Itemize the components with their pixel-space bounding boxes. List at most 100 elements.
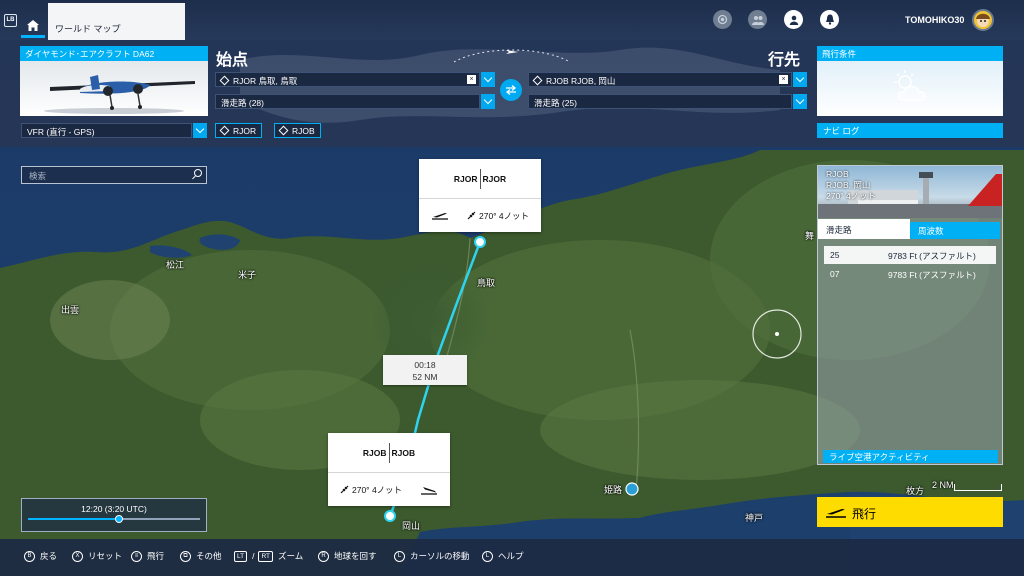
left-stick-icon: L: [394, 550, 405, 562]
arrival-airport-dropdown[interactable]: [793, 72, 807, 87]
clear-arrival-icon[interactable]: ×: [779, 75, 788, 84]
rotate-globe-label: 地球を回す: [334, 551, 377, 561]
notification-bell-icon[interactable]: [820, 10, 839, 29]
fly-label: 飛行: [147, 551, 165, 561]
route-waypoint-rjob[interactable]: RJOB: [274, 123, 321, 138]
rotate-globe-control[interactable]: R 地球を回す: [318, 550, 377, 562]
arrival-airport-field[interactable]: RJOB RJOB, 岡山 ×: [528, 72, 792, 87]
flight-type-value: VFR (直行 - GPS): [27, 127, 95, 137]
arrival-runway-field[interactable]: 滑走路 (25): [528, 94, 792, 109]
arrival-card-id: RJOB: [362, 447, 387, 458]
waypoint-icon: [532, 75, 543, 86]
departure-airport-dropdown[interactable]: [481, 72, 495, 87]
runway-id: 25: [830, 250, 840, 260]
search-icon[interactable]: [194, 169, 202, 177]
tab-frequencies[interactable]: 周波数: [910, 222, 1000, 239]
runway-id: 07: [830, 269, 840, 279]
runway-row[interactable]: 07 9783 Ft (アスファルト): [824, 265, 996, 283]
leg-info-card: 00:18 52 NM: [383, 355, 467, 385]
activity-icon[interactable]: [713, 10, 732, 29]
map-label-hirakata: 枚方: [906, 486, 925, 496]
departure-card-header: RJOR RJOR: [419, 159, 541, 199]
map-label-yonago: 米子: [238, 270, 257, 280]
arrival-heading: 行先: [768, 52, 801, 69]
wind-icon: [467, 211, 476, 220]
conditions-title: 飛行条件: [817, 46, 1003, 61]
fly-control[interactable]: ≡ 飛行: [131, 550, 164, 562]
time-slider[interactable]: 12:20 (3:20 UTC): [21, 498, 207, 532]
tab-runways[interactable]: 滑走路: [818, 219, 910, 239]
friends-icon[interactable]: [748, 10, 767, 29]
map-label-himeji: 姫路: [604, 485, 623, 495]
back-label: 戻る: [40, 551, 58, 561]
waypoint-icon: [278, 125, 289, 136]
arrival-wind: 270° 4ノット: [352, 484, 403, 495]
search-input[interactable]: 検索: [21, 166, 207, 184]
avatar[interactable]: [972, 9, 994, 31]
arrival-airport-value: RJOB RJOB, 岡山: [546, 76, 616, 86]
map-label-maizuru: 舞: [805, 231, 815, 241]
departure-runway-value: 滑走路 (28): [221, 98, 264, 108]
aircraft-name: ダイヤモンド･エアクラフト DA62: [20, 46, 208, 61]
departure-heading: 始点: [216, 52, 249, 69]
airport-name: RJOB, 岡山: [826, 180, 871, 190]
wind-icon: [340, 485, 349, 494]
flight-type-dropdown[interactable]: [193, 123, 207, 138]
live-airport-activity-button[interactable]: ライブ空港アクティビティ: [823, 450, 998, 463]
flight-arc: [453, 49, 571, 63]
clear-departure-icon[interactable]: ×: [467, 75, 476, 84]
route-waypoint-label: RJOB: [292, 126, 315, 136]
swap-icon: [505, 85, 517, 95]
weather-icon: [894, 70, 926, 101]
aircraft-image: [44, 75, 195, 114]
landing-icon: [421, 486, 437, 495]
flight-type-select[interactable]: VFR (直行 - GPS): [21, 123, 192, 138]
arrival-runway-dropdown[interactable]: [793, 94, 807, 109]
runway-length: 9783 Ft (アスファルト): [888, 270, 976, 280]
zoom-label: ズーム: [278, 551, 304, 561]
leg-distance: 52 NM: [412, 372, 438, 382]
profile-icon[interactable]: [784, 10, 803, 29]
lt-button-icon: LT: [234, 550, 248, 562]
airport-wind: 270° 4ノット: [826, 191, 877, 201]
home-button[interactable]: [21, 12, 45, 38]
arrival-waypoint-card[interactable]: RJOB RJOB 270° 4ノット: [328, 433, 450, 506]
departure-card-id: RJOR: [453, 173, 478, 184]
departure-runway-dropdown[interactable]: [481, 94, 495, 109]
departure-airport-value: RJOR 鳥取, 鳥取: [233, 76, 298, 86]
departure-waypoint-card[interactable]: RJOR RJOR 270° 4ノット: [419, 159, 541, 232]
move-cursor-label: カーソルの移動: [410, 551, 470, 561]
tab-world-map[interactable]: ワールド マップ: [48, 3, 185, 40]
move-cursor-control[interactable]: L カーソルの移動: [394, 550, 470, 562]
fly-button[interactable]: 飛行: [817, 497, 1003, 527]
departure-runway-field[interactable]: 滑走路 (28): [215, 94, 480, 109]
help-control[interactable]: L ヘルプ: [482, 550, 524, 562]
swap-airports-button[interactable]: [500, 79, 522, 101]
arrival-marker: [384, 510, 396, 522]
reset-control[interactable]: X リセット: [72, 550, 122, 562]
username[interactable]: TOMOHIKO30: [905, 15, 964, 25]
flight-conditions-card[interactable]: 飛行条件: [817, 46, 1003, 116]
reset-label: リセット: [88, 551, 123, 561]
runway-row[interactable]: 25 9783 Ft (アスファルト): [824, 246, 996, 264]
menu-button-icon: ≡: [131, 550, 142, 562]
route-waypoint-rjor[interactable]: RJOR: [215, 123, 263, 138]
map-label-okayama: 岡山: [402, 521, 421, 531]
left-stick-click-icon: L: [482, 550, 493, 562]
back-control[interactable]: B 戻る: [24, 550, 57, 562]
map-label-izumo: 出雲: [61, 305, 80, 315]
aircraft-card[interactable]: ダイヤモンド･エアクラフト DA62: [20, 46, 208, 116]
time-slider-handle[interactable]: [115, 515, 124, 523]
more-control[interactable]: ⧉ その他: [180, 550, 222, 562]
lb-button-icon: LB: [4, 14, 17, 27]
time-label: 12:20 (3:20 UTC): [81, 504, 147, 514]
takeoff-icon: [432, 212, 448, 220]
bottom-controls-bar: B 戻る X リセット ≡ 飛行 ⧉ その他 LT / RT ズーム R 地球を回す L カーソル…: [0, 539, 1024, 576]
time-track[interactable]: [28, 515, 200, 523]
zoom-control[interactable]: LT / RT ズーム: [234, 550, 303, 562]
departure-airport-field[interactable]: RJOR 鳥取, 鳥取 ×: [215, 72, 480, 87]
nav-log-button[interactable]: ナビ ログ: [817, 123, 1003, 138]
fly-button-label: 飛行: [852, 507, 877, 521]
map-scale-bar: [954, 484, 1002, 491]
takeoff-icon: [826, 509, 846, 518]
